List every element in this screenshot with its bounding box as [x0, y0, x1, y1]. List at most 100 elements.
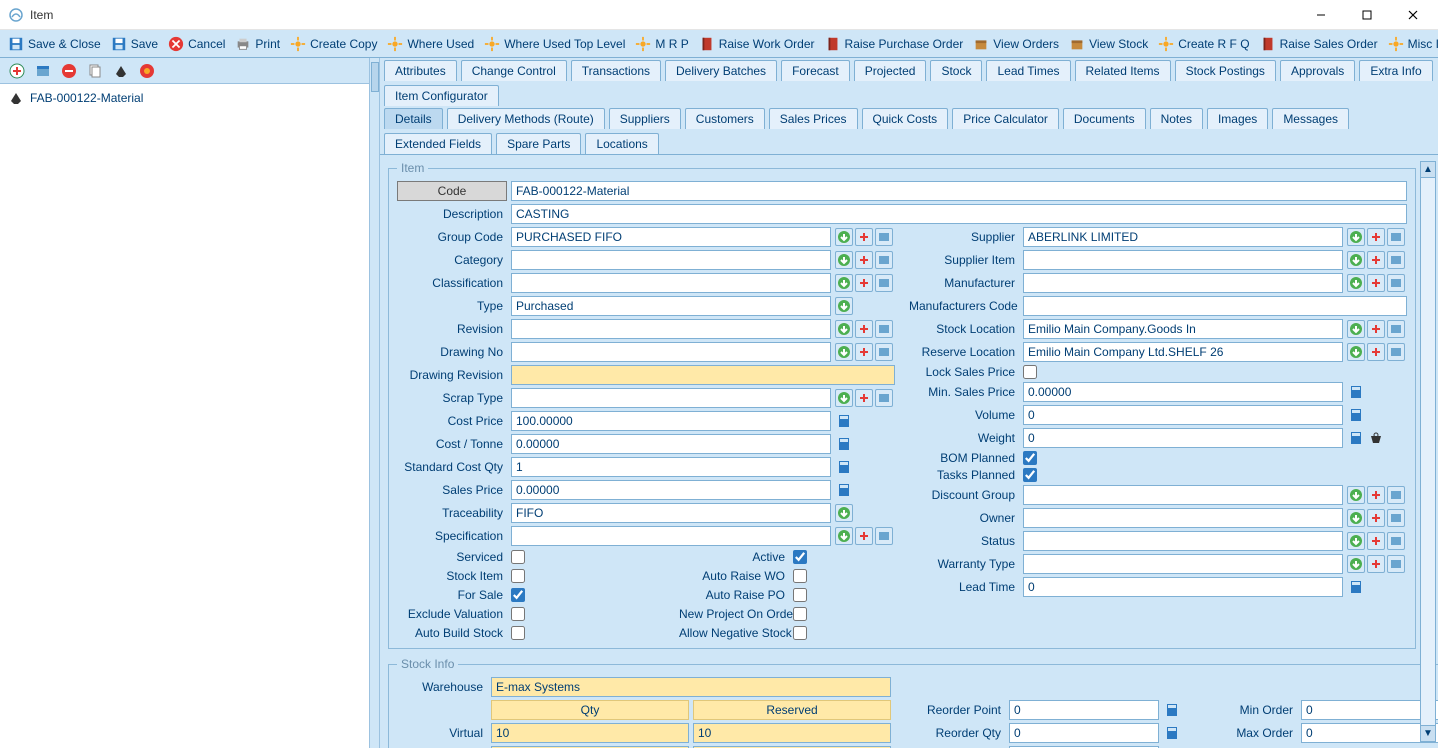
warranty-input[interactable] — [1023, 554, 1343, 574]
lookup-icon[interactable] — [835, 504, 853, 522]
tab-messages[interactable]: Messages — [1272, 108, 1349, 129]
browse-icon[interactable] — [1387, 486, 1405, 504]
lookup-icon[interactable] — [1347, 555, 1365, 573]
item-icon-button[interactable] — [110, 60, 132, 82]
tab-forecast[interactable]: Forecast — [781, 60, 850, 81]
add-icon[interactable] — [1367, 251, 1385, 269]
misc-issue-button[interactable]: Misc Issue — [1384, 34, 1438, 54]
cancel-button[interactable]: Cancel — [164, 34, 229, 54]
lookup-icon[interactable] — [1347, 343, 1365, 361]
add-icon[interactable] — [1367, 532, 1385, 550]
browse-icon[interactable] — [1387, 555, 1405, 573]
calc-icon[interactable] — [1347, 429, 1365, 447]
print-button[interactable]: Print — [231, 34, 284, 54]
create-rfq-button[interactable]: Create R F Q — [1154, 34, 1253, 54]
tab-suppliers[interactable]: Suppliers — [609, 108, 681, 129]
lookup-icon[interactable] — [1347, 251, 1365, 269]
add-icon[interactable] — [855, 527, 873, 545]
sales-price-input[interactable] — [511, 480, 831, 500]
save-button[interactable]: Save — [107, 34, 162, 54]
view-orders-button[interactable]: View Orders — [969, 34, 1063, 54]
add-icon[interactable] — [855, 389, 873, 407]
traceability-input[interactable] — [511, 503, 831, 523]
tab-stock-postings[interactable]: Stock Postings — [1175, 60, 1276, 81]
cost-tonne-input[interactable] — [511, 434, 831, 454]
browse-icon[interactable] — [875, 320, 893, 338]
browse-icon[interactable] — [1387, 228, 1405, 246]
calc-icon[interactable] — [1163, 724, 1181, 742]
tab-attributes[interactable]: Attributes — [384, 60, 457, 81]
browse-icon[interactable] — [875, 251, 893, 269]
specification-input[interactable] — [511, 526, 831, 546]
lookup-icon[interactable] — [1347, 509, 1365, 527]
add-icon[interactable] — [1367, 509, 1385, 527]
calc-icon[interactable] — [1347, 406, 1365, 424]
auto-raise-wo-checkbox[interactable] — [793, 569, 807, 583]
tab-extended-fields[interactable]: Extended Fields — [384, 133, 492, 154]
reserve-loc-input[interactable] — [1023, 342, 1343, 362]
add-icon[interactable] — [855, 228, 873, 246]
lock-sales-checkbox[interactable] — [1023, 365, 1037, 379]
lookup-icon[interactable] — [835, 251, 853, 269]
where-used-top-button[interactable]: Where Used Top Level — [480, 34, 629, 54]
lookup-icon[interactable] — [835, 389, 853, 407]
allow-neg-checkbox[interactable] — [793, 626, 807, 640]
classification-input[interactable] — [511, 273, 831, 293]
tab-delivery-batches[interactable]: Delivery Batches — [665, 60, 777, 81]
revision-input[interactable] — [511, 319, 831, 339]
lookup-icon[interactable] — [1347, 532, 1365, 550]
tab-change-control[interactable]: Change Control — [461, 60, 567, 81]
record-button[interactable] — [136, 60, 158, 82]
reorder-point-input[interactable] — [1009, 700, 1159, 720]
tab-extra-info[interactable]: Extra Info — [1359, 60, 1432, 81]
tab-lead-times[interactable]: Lead Times — [986, 60, 1070, 81]
tab-stock[interactable]: Stock — [930, 60, 982, 81]
tab-customers[interactable]: Customers — [685, 108, 765, 129]
browse-icon[interactable] — [1387, 320, 1405, 338]
serviced-checkbox[interactable] — [511, 550, 525, 564]
calc-icon[interactable] — [1347, 578, 1365, 596]
tab-related-items[interactable]: Related Items — [1075, 60, 1171, 81]
add-icon[interactable] — [1367, 555, 1385, 573]
discount-group-input[interactable] — [1023, 485, 1343, 505]
vertical-scrollbar[interactable]: ▲ ▼ — [1420, 161, 1436, 742]
where-used-button[interactable]: Where Used — [383, 34, 478, 54]
lookup-icon[interactable] — [835, 274, 853, 292]
browse-icon[interactable] — [875, 228, 893, 246]
copy-button[interactable] — [84, 60, 106, 82]
lead-time-input[interactable] — [1023, 577, 1343, 597]
window-minimize-button[interactable] — [1298, 0, 1344, 30]
tab-price-calculator[interactable]: Price Calculator — [952, 108, 1059, 129]
min-order-input[interactable] — [1301, 700, 1438, 720]
tab-sales-prices[interactable]: Sales Prices — [769, 108, 858, 129]
lookup-icon[interactable] — [835, 527, 853, 545]
browse-icon[interactable] — [1387, 251, 1405, 269]
max-order-input[interactable] — [1301, 723, 1438, 743]
raise-po-button[interactable]: Raise Purchase Order — [821, 34, 968, 54]
exclude-val-checkbox[interactable] — [511, 607, 525, 621]
tab-details[interactable]: Details — [384, 108, 443, 129]
scroll-down-icon[interactable]: ▼ — [1421, 725, 1435, 741]
add-icon[interactable] — [1367, 274, 1385, 292]
tab-item-configurator[interactable]: Item Configurator — [384, 85, 499, 106]
tab-approvals[interactable]: Approvals — [1280, 60, 1355, 81]
tab-projected[interactable]: Projected — [854, 60, 927, 81]
auto-raise-po-checkbox[interactable] — [793, 588, 807, 602]
min-sales-input[interactable] — [1023, 382, 1343, 402]
lookup-icon[interactable] — [835, 343, 853, 361]
browse-icon[interactable] — [875, 389, 893, 407]
browse-icon[interactable] — [875, 343, 893, 361]
tab-documents[interactable]: Documents — [1063, 108, 1146, 129]
active-checkbox[interactable] — [793, 550, 807, 564]
add-icon[interactable] — [855, 274, 873, 292]
raise-wo-button[interactable]: Raise Work Order — [695, 34, 819, 54]
manufacturers-code-input[interactable] — [1023, 296, 1407, 316]
add-icon[interactable] — [1367, 486, 1385, 504]
calc-icon[interactable] — [835, 412, 853, 430]
create-copy-button[interactable]: Create Copy — [286, 34, 381, 54]
browse-icon[interactable] — [875, 274, 893, 292]
auto-build-checkbox[interactable] — [511, 626, 525, 640]
stock-item-checkbox[interactable] — [511, 569, 525, 583]
drawing-no-input[interactable] — [511, 342, 831, 362]
owner-input[interactable] — [1023, 508, 1343, 528]
